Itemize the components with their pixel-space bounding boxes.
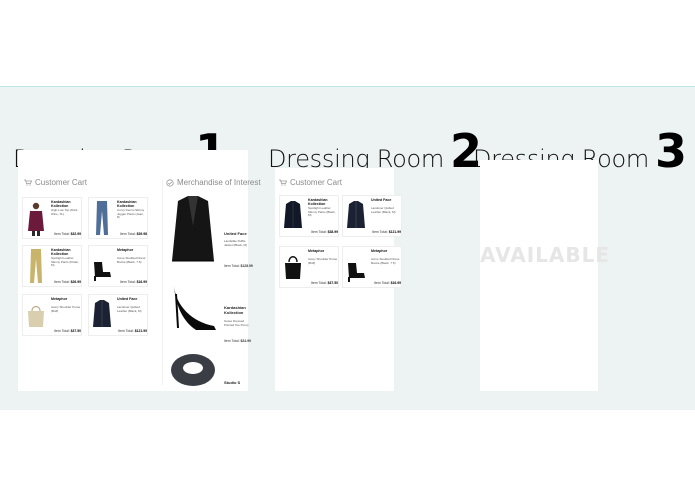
item-brand: Kardashian Kollection — [224, 305, 246, 315]
item-total: Item Total: $26.99 — [54, 280, 81, 284]
bootie-photo — [94, 262, 111, 281]
item-desc: Avery Shoulder Purse (Buff) — [51, 305, 81, 313]
merch-item[interactable]: United Face Landslide Ruffle Jacket (Bla… — [166, 195, 253, 271]
item-total: Item Total: $39.98 — [120, 232, 147, 236]
ruffle-jacket-photo — [172, 196, 214, 262]
cart-item[interactable]: Metaphor Avery Shoulder Purse (Buff) Ite… — [279, 246, 339, 288]
handbag-photo — [285, 256, 301, 279]
merch-label: Merchandise of Interest — [177, 178, 261, 187]
bootie-photo — [348, 263, 365, 282]
item-desc: Grace Dressed Pointed Toe Pump — [224, 319, 249, 327]
cart-label: Customer Cart — [35, 178, 88, 187]
item-brand: Metaphor — [371, 249, 388, 253]
cart-item[interactable]: Kardashian Kollection High-Low Top (Dark… — [22, 197, 82, 239]
item-brand: Metaphor — [308, 249, 325, 253]
item-brand: Metaphor — [117, 248, 134, 252]
item-total: Item Total: $37.50 — [311, 281, 338, 285]
cart-item[interactable]: United Face Landover Quilted Leather (Bl… — [342, 195, 402, 237]
cart-label: Customer Cart — [290, 178, 343, 187]
jeans-photo — [96, 201, 108, 235]
item-desc: Curvy Denim Skinny Jegger Pants (Jean, 8… — [117, 208, 145, 220]
item-total: Item Total: $121.99 — [118, 329, 147, 333]
check-circle-icon — [166, 178, 174, 187]
cart-item[interactable]: United Face Landover Quilted Leather (Bl… — [88, 294, 148, 336]
cart-item[interactable]: Kardashian Kollection Curvy Denim Skinny… — [88, 197, 148, 239]
item-brand: United Face — [371, 198, 392, 202]
item-brand: United Face — [117, 297, 138, 301]
item-desc: Landover Quilted Leather (Black, M) — [371, 206, 396, 214]
cart-item[interactable]: Metaphor Acme Studded Dress Bootie (Blac… — [342, 246, 402, 288]
cart-header: Customer Cart — [279, 178, 342, 187]
item-desc: Acme Studded Dress Bootie (Black, 7.5) — [371, 257, 400, 265]
cart-item[interactable]: Metaphor Avery Shoulder Purse (Buff) Ite… — [22, 294, 82, 336]
merch-header: Merchandise of Interest — [166, 178, 261, 187]
item-desc: Spotlight Leather Skinny Pants (Khaki, M… — [51, 256, 79, 268]
cart-item[interactable]: Metaphor Acme Studded Dress Bootie (Blac… — [88, 245, 148, 287]
item-total: Item Total: $38.99 — [311, 230, 338, 234]
item-desc: Acme Studded Dress Bootie (Black, 7.5) — [117, 256, 146, 264]
item-total: Item Total: $16.99 — [120, 280, 147, 284]
item-desc: Avery Shoulder Purse (Buff) — [308, 257, 338, 265]
top-photo — [28, 202, 44, 236]
merch-item[interactable]: Kardashian Kollection Grace Dressed Poin… — [166, 272, 252, 348]
jacket-photo — [93, 300, 111, 327]
item-brand: United Face — [224, 231, 247, 236]
item-total: Item Total: $24.99 — [224, 339, 251, 343]
item-desc: Landover Quilted Leather (Black, M) — [117, 305, 142, 313]
item-total: Item Total: $121.99 — [372, 230, 401, 234]
item-brand: Studio S — [224, 380, 241, 385]
cart-icon — [279, 179, 287, 186]
scarf-photo — [171, 354, 215, 386]
available-status: AVAILABLE — [480, 243, 611, 267]
item-total: Item Total: $37.50 — [54, 329, 81, 333]
room-1-divider — [162, 180, 163, 385]
item-desc: High-Low Top (Dark Wine, XL) — [51, 208, 78, 216]
item-total: Item Total: $16.99 — [374, 281, 401, 285]
purse-photo — [28, 305, 44, 327]
item-desc: Landslide Ruffle Jacket (Black, M) — [224, 239, 248, 247]
item-brand: Metaphor — [51, 297, 68, 301]
item-total: Item Total: $32.99 — [54, 232, 81, 236]
cart-item[interactable]: Kardashian Kollection Spotlight Leather … — [279, 195, 339, 237]
cart-item[interactable]: Kardashian Kollection Spotlight Leather … — [22, 245, 82, 287]
room-3-panel — [480, 160, 598, 391]
leather-jacket-photo — [284, 201, 302, 228]
pump-photo — [174, 286, 216, 330]
item-desc: Spotlight Leather Skinny Pants (Black, M… — [308, 206, 336, 218]
cart-header: Customer Cart — [24, 178, 87, 187]
room-number: 3 — [654, 124, 687, 178]
cart-icon — [24, 179, 32, 186]
jacket-photo — [347, 201, 365, 228]
item-total: Item Total: $128.99 — [224, 264, 253, 268]
merch-item[interactable]: Studio S — [166, 348, 252, 388]
pants-photo — [30, 249, 42, 283]
